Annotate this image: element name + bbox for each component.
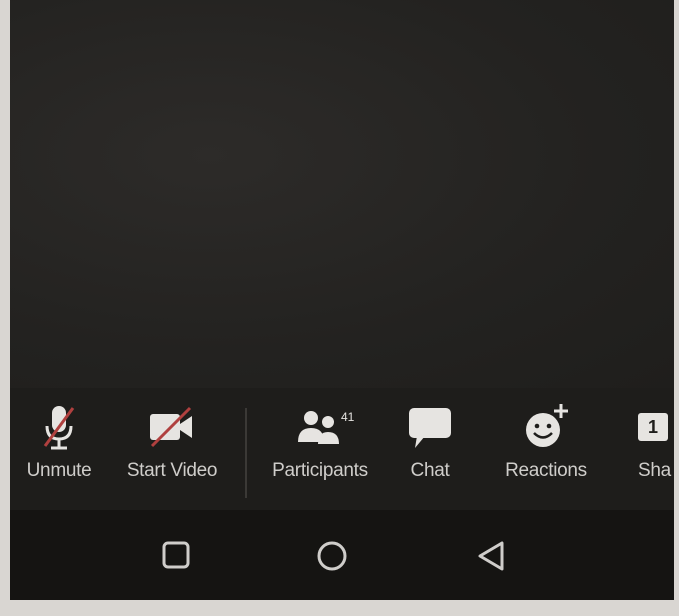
- unmute-label: Unmute: [26, 460, 92, 481]
- home-circle-icon[interactable]: [316, 540, 348, 577]
- participants-button[interactable]: 41 Participants: [265, 402, 375, 482]
- participants-icon: 41: [265, 402, 375, 452]
- back-triangle-icon[interactable]: [476, 540, 506, 577]
- video-area: [10, 0, 674, 388]
- reactions-smiley-icon: [496, 402, 596, 452]
- start-video-label: Start Video: [126, 460, 218, 481]
- reactions-label: Reactions: [505, 460, 587, 481]
- share-icon: 1: [638, 402, 674, 452]
- start-video-button[interactable]: Start Video: [122, 402, 222, 482]
- chat-button[interactable]: Chat: [400, 402, 460, 482]
- toolbar-divider: [245, 408, 247, 498]
- phone-screen: Unmute Start Video 41 Participants Chat …: [10, 0, 674, 600]
- unmute-button[interactable]: Unmute: [24, 402, 94, 482]
- chat-bubble-icon: [400, 402, 460, 452]
- meeting-toolbar: Unmute Start Video 41 Participants Chat …: [10, 388, 674, 510]
- participants-label: Participants: [272, 460, 368, 481]
- microphone-muted-icon: [24, 402, 94, 452]
- participants-count-badge: 41: [341, 410, 355, 424]
- chat-label: Chat: [410, 460, 450, 481]
- android-nav-bar: [10, 510, 674, 600]
- reactions-button[interactable]: Reactions: [496, 402, 596, 482]
- share-icon-text: 1: [647, 416, 658, 437]
- share-button[interactable]: 1 Sha: [638, 402, 674, 482]
- recents-square-icon[interactable]: [161, 540, 191, 575]
- share-label: Sha: [638, 460, 671, 481]
- video-camera-off-icon: [122, 402, 222, 452]
